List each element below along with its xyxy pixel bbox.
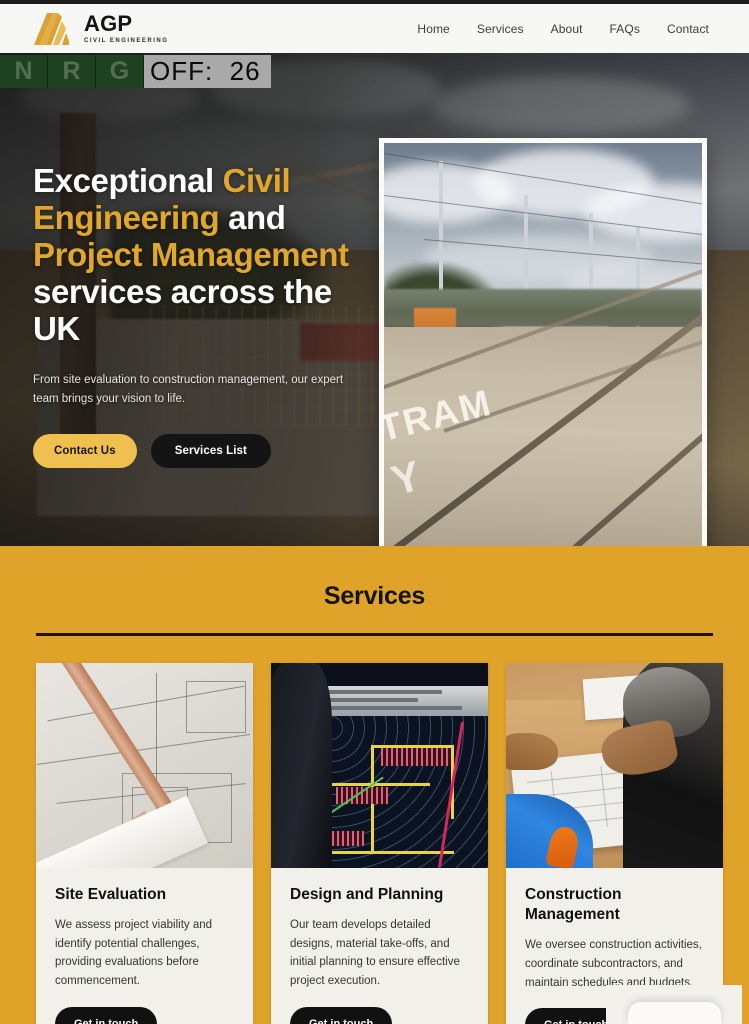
service-card-image-construction-management [506, 663, 723, 868]
nav-item-services[interactable]: Services [477, 22, 524, 36]
service-card[interactable]: Construction Management We oversee const… [506, 663, 723, 1024]
service-card-image-design-planning [271, 663, 488, 868]
chat-widget-button[interactable] [628, 1002, 721, 1024]
hud-tile-g: G [96, 55, 144, 88]
nav-item-contact[interactable]: Contact [667, 22, 709, 36]
get-in-touch-button[interactable]: Get in touch [290, 1006, 393, 1024]
service-card-body: Site Evaluation We assess project viabil… [36, 868, 253, 1024]
nav-item-home[interactable]: Home [417, 22, 449, 36]
hud-readout-value: OFF: 26 [144, 55, 271, 88]
page-root: AGP CIVIL ENGINEERING Home Services Abou… [0, 0, 749, 1024]
hero-heading: Exceptional Civil Engineering and Projec… [33, 162, 373, 348]
hud-tile-r: R [48, 55, 96, 88]
service-card-title: Site Evaluation [55, 886, 167, 903]
service-card-title: Construction Management [525, 886, 622, 924]
service-card-image-site-evaluation [36, 663, 253, 868]
hero-button-group: Contact Us Services List [33, 433, 373, 468]
brand-tagline: CIVIL ENGINEERING [84, 38, 169, 44]
site-header: AGP CIVIL ENGINEERING Home Services Abou… [0, 4, 749, 53]
services-section: Services Site Evaluation We assess proje… [0, 546, 749, 1024]
nav-item-about[interactable]: About [551, 22, 583, 36]
hero-heading-part3: services across the UK [33, 272, 332, 347]
hero-section: TRAM Y Exceptional Civil Engineering and… [0, 53, 749, 546]
contact-us-button[interactable]: Contact Us [33, 433, 137, 468]
brand-name: AGP [84, 11, 133, 36]
hero-heading-accent2: Project Management [33, 235, 349, 273]
hero-heading-part1: Exceptional [33, 162, 223, 199]
get-in-touch-button[interactable]: Get in touch [55, 1006, 158, 1024]
services-title: Services [323, 582, 426, 610]
services-list-button[interactable]: Services List [150, 433, 271, 468]
performance-overlay: N R G OFF: 26 [0, 55, 271, 88]
services-card-list: Site Evaluation We assess project viabil… [0, 636, 749, 1024]
service-card-text: We oversee construction activities, coor… [525, 939, 702, 989]
hero-feature-image: TRAM Y [379, 138, 707, 546]
main-nav: Home Services About FAQs Contact [417, 22, 709, 36]
hero-copy: Exceptional Civil Engineering and Projec… [33, 162, 373, 468]
service-card-text: We assess project viability and identify… [55, 919, 213, 988]
service-card-body: Design and Planning Our team develops de… [271, 868, 488, 1024]
agp-chevron-logo-icon [34, 12, 69, 45]
hero-subtext: From site evaluation to construction man… [33, 373, 344, 405]
service-card-title: Design and Planning [290, 886, 444, 903]
nav-item-faqs[interactable]: FAQs [610, 22, 640, 36]
service-card[interactable]: Site Evaluation We assess project viabil… [36, 663, 253, 1024]
service-card-text: Our team develops detailed designs, mate… [290, 919, 460, 988]
hud-tile-n: N [0, 55, 48, 88]
hero-heading-part2: and [219, 198, 286, 236]
brand-logo[interactable]: AGP CIVIL ENGINEERING [33, 11, 168, 47]
service-card[interactable]: Design and Planning Our team develops de… [271, 663, 488, 1024]
